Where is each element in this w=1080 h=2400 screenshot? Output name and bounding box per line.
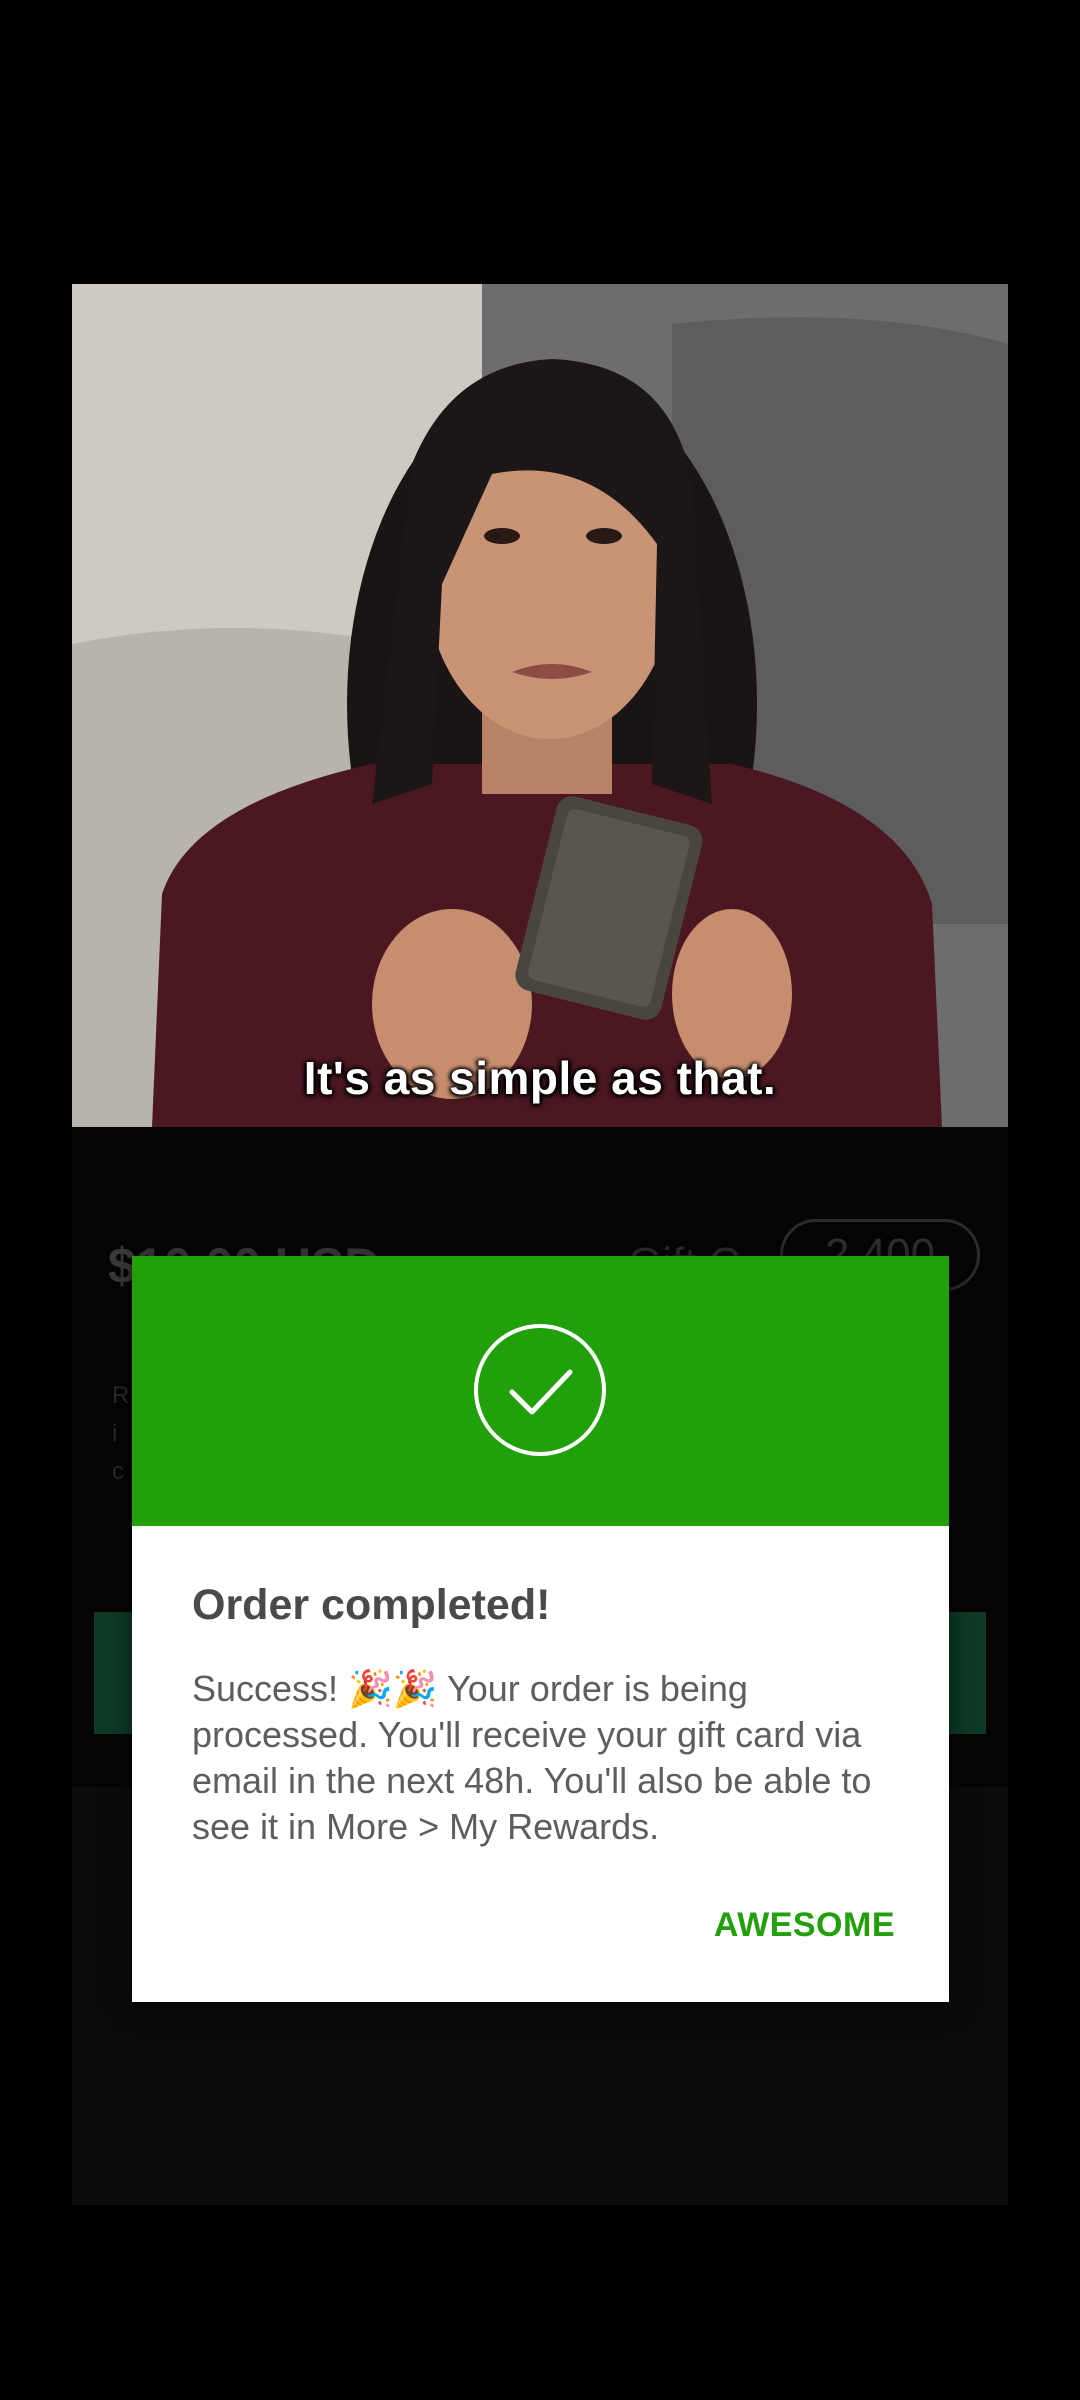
video-frame[interactable]: It's as simple as that. <box>72 284 1008 1127</box>
awesome-button[interactable]: AWESOME <box>714 1906 895 1945</box>
dialog-message: Success! 🎉🎉 Your order is being processe… <box>192 1668 872 1847</box>
order-completed-dialog: Order completed! Success! 🎉🎉 Your order … <box>132 1256 949 2002</box>
dialog-header <box>132 1256 949 1526</box>
check-circle-icon <box>474 1324 606 1456</box>
video-scene-image <box>72 284 1008 1127</box>
video-subtitle: It's as simple as that. <box>303 1052 777 1104</box>
dialog-title: Order completed! <box>192 1581 551 1629</box>
